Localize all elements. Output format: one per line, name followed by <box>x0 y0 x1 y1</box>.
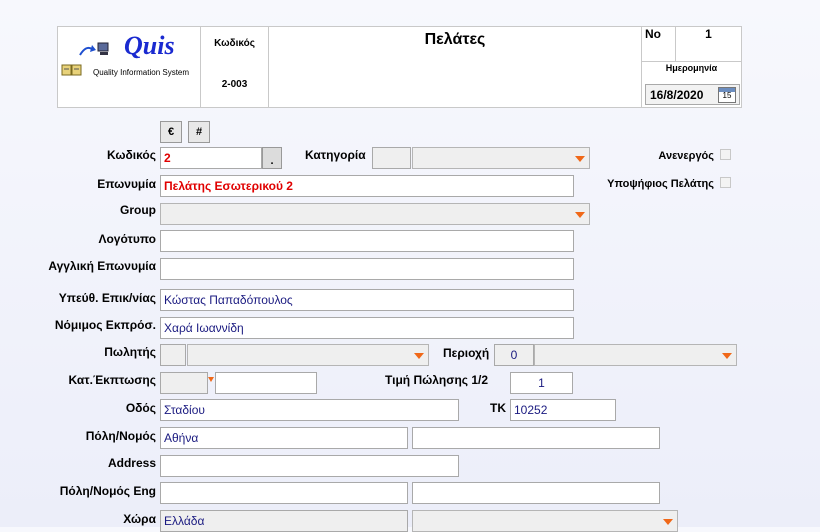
ypopsifios-checkbox[interactable] <box>720 177 731 188</box>
anenergos-checkbox[interactable] <box>720 149 731 160</box>
street-input[interactable]: Σταδίου <box>160 399 459 421</box>
logo-text: Quis <box>124 31 175 60</box>
no-value: 1 <box>705 27 712 41</box>
computer-arrow-icon <box>79 42 109 56</box>
sale-price-input[interactable]: 1 <box>510 372 573 394</box>
chevron-down-icon <box>663 519 673 525</box>
no-box: No 1 Ημερομηνία 16/8/2020 15 <box>641 26 742 108</box>
city-eng-label: Πόλη/Νομός Eng <box>59 484 156 498</box>
anenergos-label: Ανενεργός <box>658 150 714 162</box>
english-name-input[interactable] <box>160 258 574 280</box>
eponymia-input[interactable]: Πελάτης Εσωτερικού 2 <box>160 175 574 197</box>
title-box: Πελάτες <box>268 26 642 108</box>
chevron-down-icon <box>414 353 424 359</box>
salesman-dropdown[interactable] <box>187 344 429 366</box>
country-input[interactable]: Ελλάδα <box>160 510 408 532</box>
city-input[interactable]: Αθήνα <box>160 427 408 449</box>
discount-cat-arrow-icon[interactable] <box>208 377 214 382</box>
chevron-down-icon <box>575 156 585 162</box>
contact-input[interactable]: Κώστας Παπαδόπουλος <box>160 289 574 311</box>
region-code-input[interactable]: 0 <box>494 344 534 366</box>
hash-button[interactable]: # <box>188 121 210 143</box>
city-label: Πόλη/Νομός <box>85 429 156 443</box>
logotypo-input[interactable] <box>160 230 574 252</box>
euro-button[interactable]: € <box>160 121 182 143</box>
country-dropdown[interactable] <box>412 510 678 532</box>
katigoria-label: Κατηγορία <box>305 148 366 162</box>
legal-rep-label: Νόμιμος Εκπρόσ. <box>54 318 156 332</box>
folder-icon <box>61 64 82 76</box>
code-label: Κωδικός <box>214 38 255 49</box>
sale-price-label: Τιμή Πώλησης 1/2 <box>385 373 489 387</box>
no-hline <box>642 61 741 62</box>
discount-cat-code-input[interactable] <box>160 372 208 394</box>
discount-cat-label: Κατ.Έκπτωσης <box>68 373 156 387</box>
ypopsifios-label: Υποψήφιος Πελάτης <box>607 178 714 190</box>
region-label: Περιοχή <box>443 346 490 360</box>
city-input-2[interactable] <box>412 427 660 449</box>
kodikos-lookup-button[interactable]: . <box>262 147 282 169</box>
katigoria-code-input[interactable] <box>372 147 411 169</box>
tk-input[interactable]: 10252 <box>510 399 616 421</box>
eponymia-label: Επωνυμία <box>97 177 156 191</box>
date-value: 16/8/2020 <box>650 88 704 102</box>
kodikos-label: Κωδικός <box>106 148 156 162</box>
english-name-label: Αγγλική Επωνυμία <box>48 259 156 273</box>
address-label: Address <box>107 456 156 470</box>
calendar-icon[interactable]: 15 <box>718 87 736 103</box>
group-dropdown[interactable] <box>160 203 590 225</box>
chevron-down-icon <box>575 212 585 218</box>
date-field[interactable]: 16/8/2020 15 <box>645 84 740 105</box>
date-label: Ημερομηνία <box>665 63 718 73</box>
address-input[interactable] <box>160 455 459 477</box>
code-box: Κωδικός 2-003 <box>200 26 269 108</box>
legal-rep-input[interactable]: Χαρά Ιωαννίδη <box>160 317 574 339</box>
logo-box: Quis Quality Information System <box>57 26 201 108</box>
code-value: 2-003 <box>221 79 248 90</box>
page-title: Πελάτες <box>424 31 486 48</box>
calendar-day: 15 <box>722 91 732 100</box>
logo-subtitle: Quality Information System <box>93 68 190 77</box>
salesman-label: Πωλητής <box>104 345 156 359</box>
tk-label: ΤΚ <box>490 401 506 415</box>
city-eng-input-2[interactable] <box>412 482 660 504</box>
chevron-down-icon <box>722 353 732 359</box>
contact-label: Υπεύθ. Επικ/νίας <box>58 291 156 305</box>
street-label: Οδός <box>125 401 156 415</box>
logotypo-label: Λογότυπο <box>98 232 156 246</box>
country-label: Χώρα <box>123 512 156 526</box>
salesman-code-input[interactable] <box>160 344 186 366</box>
region-dropdown[interactable] <box>534 344 737 366</box>
group-label: Group <box>120 203 156 217</box>
kodikos-input[interactable]: 2 <box>160 147 262 169</box>
no-label: No <box>645 27 661 41</box>
discount-cat-input[interactable] <box>215 372 317 394</box>
city-eng-input[interactable] <box>160 482 408 504</box>
katigoria-dropdown[interactable] <box>412 147 590 169</box>
